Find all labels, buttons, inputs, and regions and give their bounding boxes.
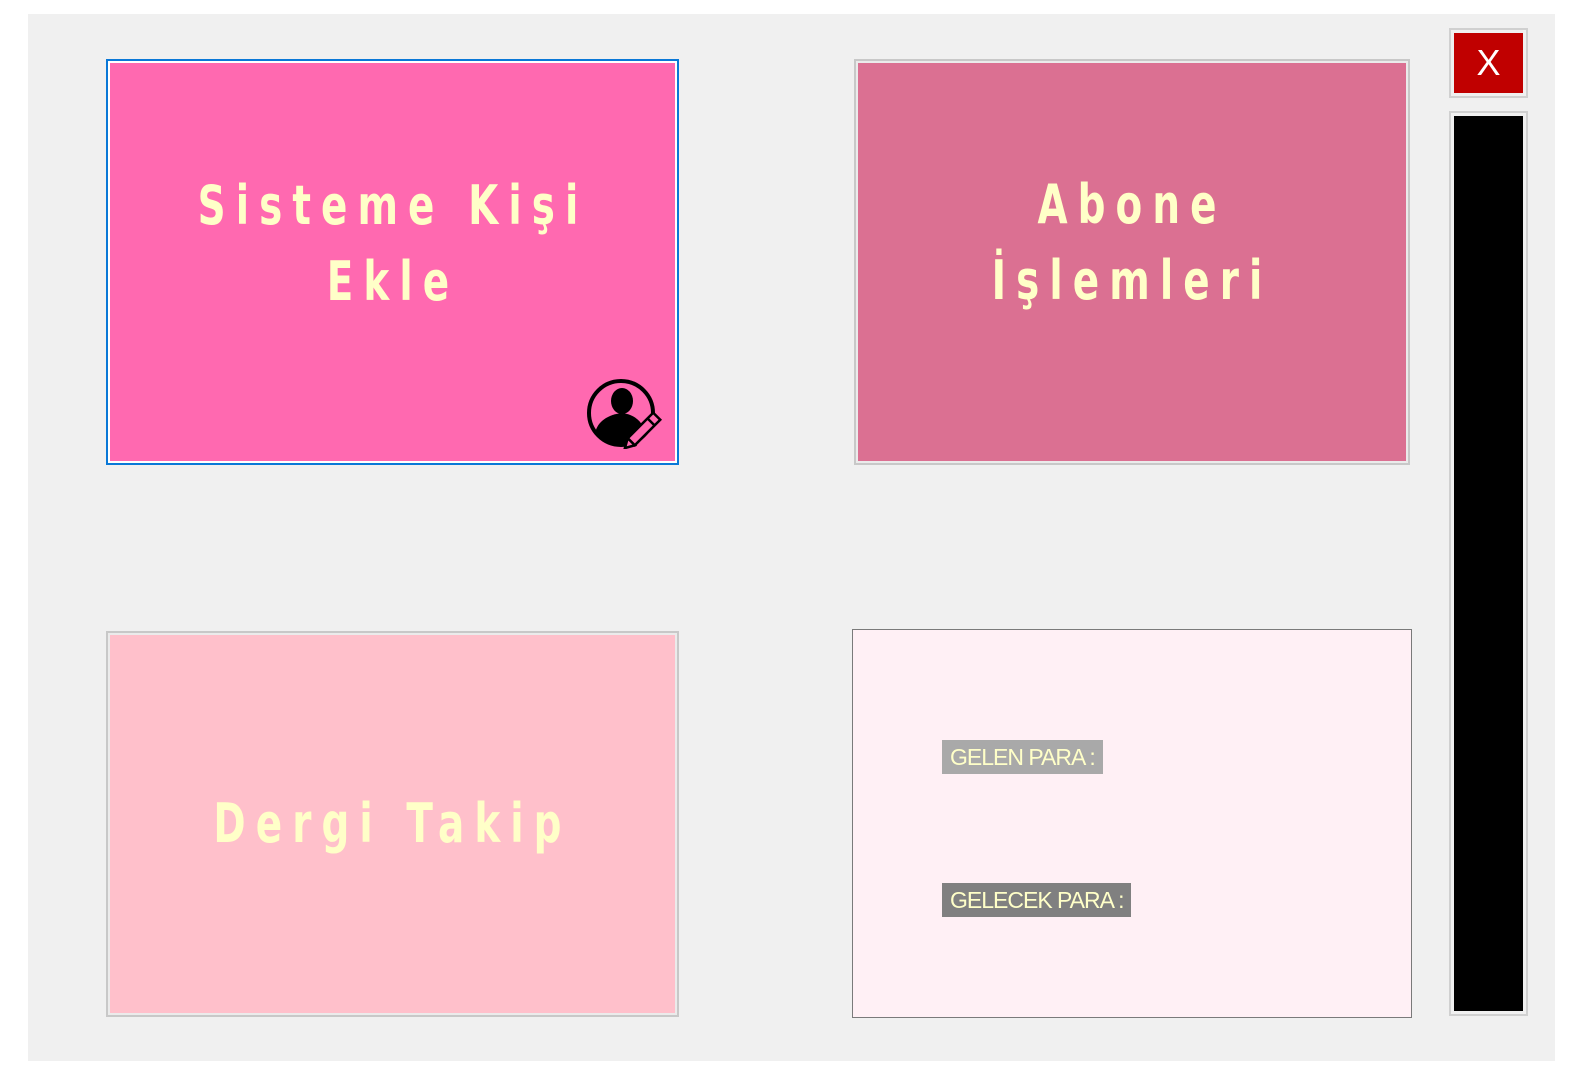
side-panel xyxy=(1449,111,1528,1016)
close-icon: X xyxy=(1454,33,1523,93)
incoming-money-label: GELEN PARA : xyxy=(942,740,1103,774)
user-edit-icon xyxy=(587,379,663,449)
expected-money-label: GELECEK PARA : xyxy=(942,883,1132,917)
magazine-tracking-tile[interactable]: Dergi Takip xyxy=(106,631,679,1017)
add-person-tile[interactable]: Sisteme Kişi Ekle xyxy=(106,59,679,465)
subscriber-operations-label: Abone İşlemleri xyxy=(991,173,1273,312)
close-button[interactable]: X xyxy=(1449,28,1528,98)
main-form: Sisteme Kişi Ekle Abone İşlemleri Dergi … xyxy=(28,14,1555,1061)
magazine-tracking-label: Dergi Takip xyxy=(213,792,572,855)
add-person-label: Sisteme Kişi Ekle xyxy=(197,174,588,313)
money-summary-panel: GELEN PARA : GELECEK PARA : xyxy=(852,629,1412,1018)
subscriber-operations-tile[interactable]: Abone İşlemleri xyxy=(854,59,1410,465)
side-panel-fill xyxy=(1454,116,1523,1011)
